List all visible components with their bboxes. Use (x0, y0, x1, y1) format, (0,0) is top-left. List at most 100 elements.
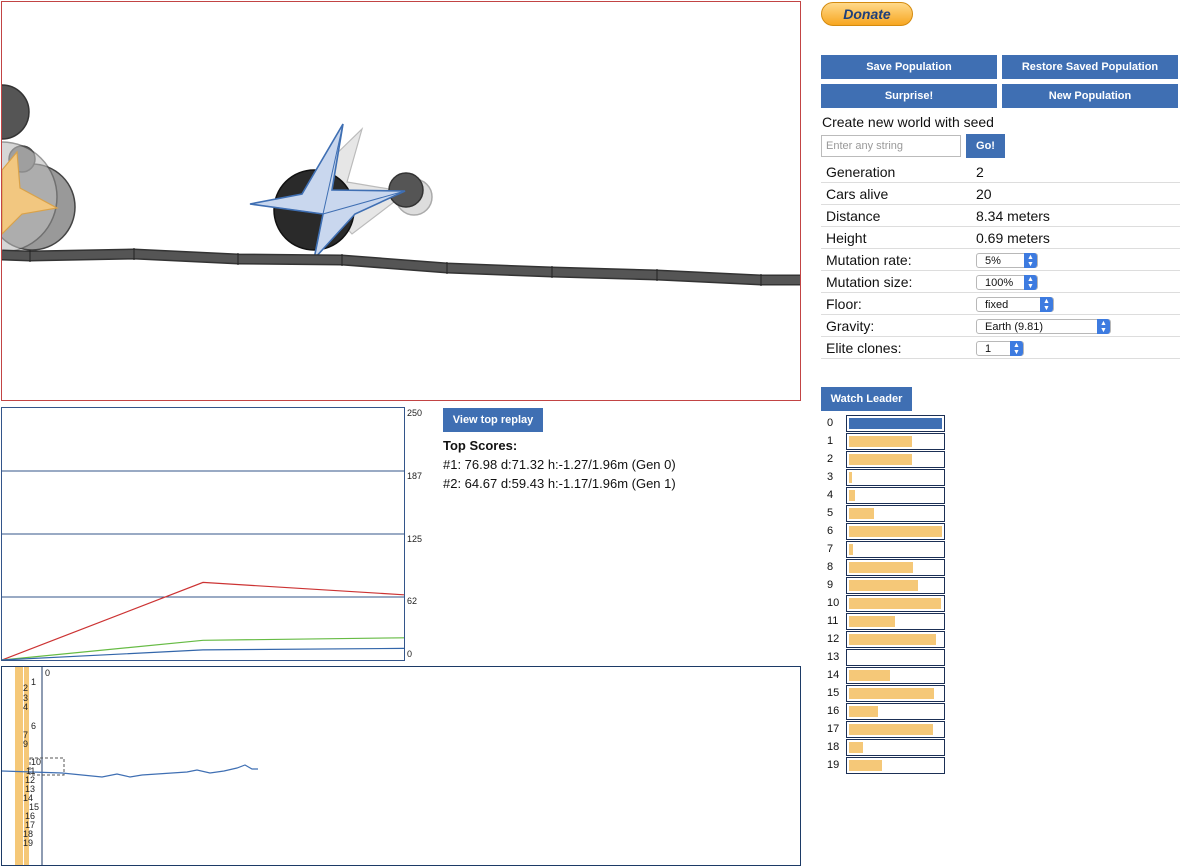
health-bar-fill (849, 670, 890, 681)
mutation-rate-select[interactable]: 5% ▲ ▼ (976, 252, 1038, 268)
stat-row-floor: Floor: fixed ▲ ▼ (821, 292, 1180, 315)
floor-select[interactable]: fixed ▲ ▼ (976, 296, 1054, 312)
health-bar-fill (849, 454, 912, 465)
health-bar (846, 703, 945, 720)
health-bar (846, 757, 945, 774)
health-bar (846, 685, 945, 702)
minimap-label: 4 (23, 702, 29, 712)
health-bar-fill (849, 580, 918, 591)
health-bar (846, 721, 945, 738)
stat-row-elite-clones: Elite clones: 1 ▲ ▼ (821, 336, 1180, 359)
seed-input[interactable] (821, 135, 961, 157)
simulation-canvas (1, 1, 801, 401)
select-arrows-icon: ▲ ▼ (1010, 340, 1023, 356)
view-top-replay-button[interactable]: View top replay (443, 408, 543, 432)
top-scores: Top Scores: #1: 76.98 d:71.32 h:-1.27/1.… (443, 436, 676, 493)
health-bar (846, 433, 945, 450)
health-bar (846, 739, 945, 756)
health-bar (846, 577, 945, 594)
y-tick-label: 0 (407, 649, 413, 659)
health-bar (846, 541, 945, 558)
health-bar-fill (849, 760, 882, 771)
car-index-label: 11 (827, 615, 839, 627)
stats-table: Generation 2 Cars alive 20 Distance 8.34… (821, 161, 1180, 359)
select-value: 1 (985, 342, 992, 355)
car-index-label: 7 (827, 543, 834, 555)
car-index-label: 2 (827, 453, 834, 465)
save-population-button[interactable]: Save Population (821, 55, 997, 79)
health-bar-fill (849, 742, 863, 753)
donate-button[interactable]: Donate (821, 2, 913, 26)
health-bar-fill (849, 436, 912, 447)
select-value: 5% (985, 254, 1001, 267)
health-bar (846, 631, 945, 648)
select-arrows-icon: ▲ ▼ (1097, 318, 1110, 334)
health-bar-fill (849, 472, 852, 483)
car-index-label: 14 (827, 669, 840, 681)
health-bar-fill (849, 706, 878, 717)
car-index-label: 1 (827, 435, 834, 447)
health-bar-fill (849, 598, 941, 609)
health-bar-fill (849, 526, 942, 537)
new-population-button[interactable]: New Population (1002, 84, 1178, 108)
car-index-label: 15 (827, 687, 840, 699)
health-bar (846, 469, 945, 486)
watch-leader-button[interactable]: Watch Leader (821, 387, 912, 411)
select-value: fixed (985, 298, 1009, 311)
top-scores-title: Top Scores: (443, 438, 518, 453)
stat-row-mutation-rate: Mutation rate: 5% ▲ ▼ (821, 248, 1180, 271)
health-bar-fill (849, 490, 855, 501)
restore-saved-population-button[interactable]: Restore Saved Population (1002, 55, 1178, 79)
gravity-select[interactable]: Earth (9.81) ▲ ▼ (976, 318, 1111, 334)
minimap: 0 1 2 3 4 6 7 9 10 11 12 13 14 15 16 17 … (1, 666, 801, 866)
select-arrows-icon: ▲ ▼ (1040, 296, 1053, 312)
go-button[interactable]: Go! (966, 134, 1005, 158)
y-tick-label: 125 (407, 534, 423, 544)
car-index-label: 12 (827, 633, 840, 645)
health-bar-fill (849, 634, 936, 645)
car-index-label: 17 (827, 723, 840, 735)
mutation-size-select[interactable]: 100% ▲ ▼ (976, 274, 1038, 290)
height-value: 0.69 meters (971, 226, 1180, 249)
car-index-label: 5 (827, 507, 834, 519)
elite-clones-select[interactable]: 1 ▲ ▼ (976, 340, 1024, 356)
car-index-label: 0 (827, 417, 834, 429)
health-bar (846, 595, 945, 612)
car-index-label: 9 (827, 579, 834, 591)
stat-label: Mutation rate: (821, 248, 971, 271)
health-bar (846, 415, 945, 432)
minimap-label: 19 (23, 838, 34, 848)
score-graph-svg (2, 470, 404, 660)
car-index-label: 6 (827, 525, 834, 537)
y-tick-label: 250 (407, 408, 423, 418)
health-bar (846, 523, 945, 540)
health-bar (846, 505, 945, 522)
car-index-label: 8 (827, 561, 834, 573)
minimap-label: 2 (23, 683, 29, 693)
stat-row-mutation-size: Mutation size: 100% ▲ ▼ (821, 270, 1180, 293)
health-bar-fill (849, 508, 874, 519)
generation-value: 2 (971, 161, 1180, 183)
health-bar (846, 487, 945, 504)
car-index-label: 4 (827, 489, 834, 501)
select-value: Earth (9.81) (985, 320, 1044, 333)
car-index-label: 19 (827, 759, 840, 771)
y-tick-label: 62 (407, 596, 418, 606)
surprise-button[interactable]: Surprise! (821, 84, 997, 108)
car-index-label: 16 (827, 705, 840, 717)
stat-label: Cars alive (821, 182, 971, 205)
car-index-label: 3 (827, 471, 834, 483)
stat-row-cars-alive: Cars alive 20 (821, 182, 1180, 205)
health-bar-fill (849, 616, 895, 627)
car-index-label: 13 (827, 651, 840, 663)
select-arrows-icon: ▲ ▼ (1024, 252, 1037, 268)
distance-value: 8.34 meters (971, 204, 1180, 227)
score-graph (1, 407, 405, 661)
simulation-scene (2, 84, 800, 286)
stat-label: Distance (821, 204, 971, 227)
health-bar (846, 667, 945, 684)
stat-label: Generation (821, 161, 971, 183)
health-bar-fill (849, 724, 933, 735)
health-bar-fill (849, 688, 934, 699)
health-bar (846, 649, 945, 666)
